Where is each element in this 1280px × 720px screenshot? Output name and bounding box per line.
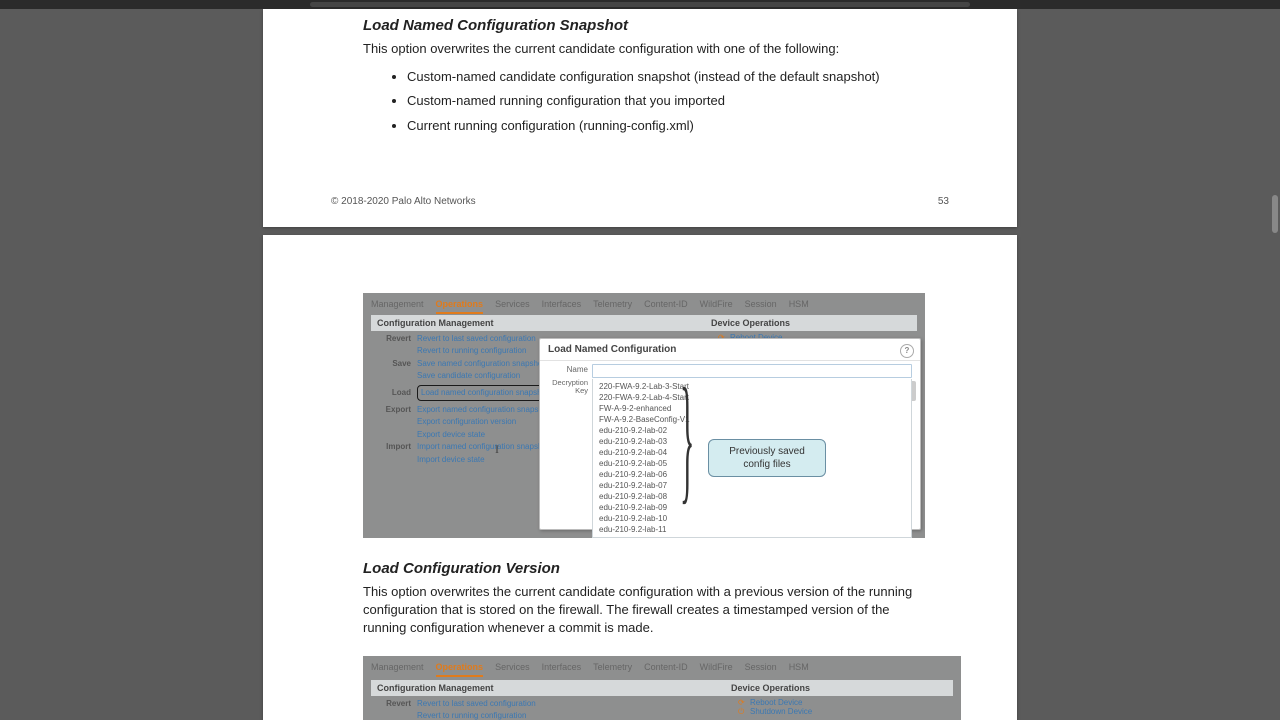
tab-services[interactable]: Services <box>495 296 530 314</box>
config-mgmt-header: Configuration Management <box>377 683 494 693</box>
cfg-link[interactable]: Save candidate configuration <box>417 371 520 380</box>
panel-header-row: Configuration Management Device Operatio… <box>371 315 917 331</box>
copyright: © 2018-2020 Palo Alto Networks <box>331 196 476 207</box>
panel-header-row: Configuration Management Device Operatio… <box>371 680 953 696</box>
cfg-link[interactable]: Export configuration version <box>417 417 516 426</box>
tab-session[interactable]: Session <box>745 659 777 677</box>
tab-telemetry[interactable]: Telemetry <box>593 296 632 314</box>
cfg-link[interactable]: Import named configuration snapshot <box>417 442 549 451</box>
brace-icon: } <box>680 367 694 509</box>
tab-management[interactable]: Management <box>371 659 424 677</box>
tab-interfaces[interactable]: Interfaces <box>542 659 582 677</box>
callout-box: Previously saved config files <box>708 439 826 477</box>
tab-operations[interactable]: Operations <box>436 296 484 314</box>
cfg-link[interactable]: Import device state <box>417 455 485 464</box>
list-item: Custom-named running configuration that … <box>407 92 917 110</box>
config-option[interactable]: 220-FWA-9.2-Lab-4-Start <box>593 392 911 403</box>
bullet-list: Custom-named candidate configuration sna… <box>363 68 917 135</box>
cfg-link[interactable]: Revert to last saved configuration <box>417 334 536 343</box>
page-53: Load Named Configuration Snapshot This o… <box>263 9 1017 227</box>
device-tabs: Management Operations Services Interface… <box>371 296 917 314</box>
tab-session[interactable]: Session <box>745 296 777 314</box>
tab-content-id[interactable]: Content-ID <box>644 296 688 314</box>
tab-management[interactable]: Management <box>371 296 424 314</box>
tab-hsm[interactable]: HSM <box>789 659 809 677</box>
tab-content-id[interactable]: Content-ID <box>644 659 688 677</box>
power-icon: ⏻ <box>738 707 747 717</box>
page-footer: © 2018-2020 Palo Alto Networks 53 <box>331 196 949 207</box>
config-links: RevertRevert to last saved configuration… <box>377 333 557 466</box>
tab-operations[interactable]: Operations <box>436 659 484 677</box>
figure-load-config-version: Management Operations Services Interface… <box>363 656 961 720</box>
tab-services[interactable]: Services <box>495 659 530 677</box>
cfg-link[interactable]: Save named configuration snapshot <box>417 359 545 368</box>
config-option[interactable]: edu-210-9.2-lab-10 <box>593 513 911 524</box>
browser-chrome <box>0 0 1280 9</box>
tab-interfaces[interactable]: Interfaces <box>542 296 582 314</box>
device-ops-header: Device Operations <box>711 318 790 328</box>
help-icon[interactable]: ? <box>900 344 914 358</box>
list-item: Current running configuration (running-c… <box>407 117 917 135</box>
config-option[interactable]: edu-210-9.2-lab-08 <box>593 491 911 502</box>
config-option[interactable]: edu-210-9.2-lab-07 <box>593 480 911 491</box>
load-named-config-dialog: Load Named Configuration ? Name Decrypti… <box>539 338 921 530</box>
config-option[interactable]: FW-A-9.2-BaseConfig-V1 <box>593 414 911 425</box>
device-ops-links: ⟳Reboot Device ⏻Shutdown Device <box>738 698 812 717</box>
document-viewport: Load Named Configuration Snapshot This o… <box>0 9 1280 720</box>
list-item: Custom-named candidate configuration sna… <box>407 68 917 86</box>
dialog-title: Load Named Configuration ? <box>540 339 920 361</box>
cfg-link-highlighted[interactable]: Load named configuration snapshot <box>417 385 552 401</box>
config-links: RevertRevert to last saved configuration… <box>377 698 557 720</box>
page-54: Management Operations Services Interface… <box>263 235 1017 720</box>
config-option[interactable]: edu-210-9.2-lab-09 <box>593 502 911 513</box>
tab-wildfire[interactable]: WildFire <box>700 659 733 677</box>
cfg-link[interactable]: Revert to running configuration <box>417 346 526 355</box>
tab-telemetry[interactable]: Telemetry <box>593 659 632 677</box>
config-mgmt-header: Configuration Management <box>377 318 494 328</box>
device-tabs: Management Operations Services Interface… <box>371 659 953 677</box>
url-bar[interactable] <box>310 2 970 7</box>
device-ops-header: Device Operations <box>731 683 810 693</box>
cfg-link[interactable]: Export named configuration snapshot <box>417 405 550 414</box>
name-dropdown-input[interactable] <box>592 364 912 378</box>
section-para: This option overwrites the current candi… <box>363 40 917 58</box>
config-option[interactable]: edu-210-9.2-lab-02 <box>593 425 911 436</box>
power-icon: ⟳ <box>738 698 747 707</box>
name-label: Name <box>548 365 588 374</box>
cfg-link[interactable]: Revert to last saved configuration <box>417 699 536 708</box>
cfg-link[interactable]: Export device state <box>417 430 485 439</box>
config-option[interactable]: edu-210-9.2-lab-11 <box>593 524 911 535</box>
section-para: This option overwrites the current candi… <box>363 583 917 638</box>
config-option[interactable]: FW-A-9-2-enhanced <box>593 403 911 414</box>
decryption-key-label: Decryption Key <box>548 379 588 396</box>
text-cursor-icon: I <box>495 442 499 457</box>
cfg-link[interactable]: Revert to running configuration <box>417 711 526 720</box>
tab-hsm[interactable]: HSM <box>789 296 809 314</box>
tab-wildfire[interactable]: WildFire <box>700 296 733 314</box>
section-heading: Load Named Configuration Snapshot <box>363 17 917 34</box>
page-number: 53 <box>938 196 949 207</box>
figure-load-named-config: Management Operations Services Interface… <box>363 293 925 538</box>
config-option[interactable]: 220-FWA-9.2-Lab-3-Start <box>593 381 911 392</box>
section-heading: Load Configuration Version <box>363 560 917 577</box>
